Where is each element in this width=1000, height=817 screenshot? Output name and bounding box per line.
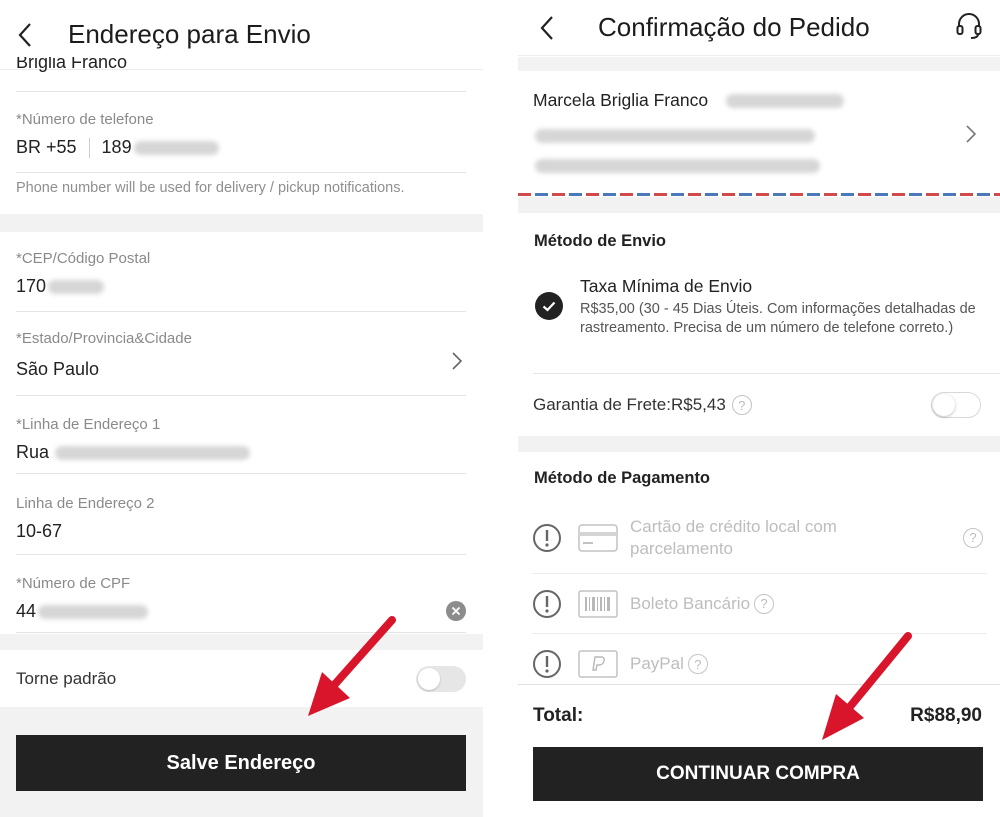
- save-address-button[interactable]: Salve Endereço: [16, 735, 466, 791]
- shipping-option-name: Taxa Mínima de Envio: [580, 276, 753, 296]
- warning-circle-icon: [533, 523, 561, 552]
- checkmark-icon: [535, 292, 563, 320]
- address-line-2-field[interactable]: Linha de Endereço 2 10-67: [16, 495, 466, 555]
- recipient-name: Marcela Briglia Franco: [533, 90, 709, 110]
- total-label: Total:: [533, 705, 584, 726]
- state-city-field[interactable]: *Estado/Provincia&Cidade São Paulo: [16, 330, 466, 396]
- shipping-option[interactable]: Taxa Mínima de Envio R$35,00 (30 - 45 Di…: [518, 272, 1000, 372]
- payment-option-credit-card[interactable]: Cartão de crédito local com parcelamento…: [532, 502, 987, 574]
- back-arrow-icon: [18, 22, 31, 47]
- red-arrow-annotation: [822, 632, 912, 740]
- help-icon[interactable]: ?: [687, 654, 708, 674]
- shipping-method-title: Método de Envio: [534, 232, 666, 250]
- shipping-address-screen: Endereço para Envio Briglia Franco *Núme…: [0, 0, 483, 817]
- credit-card-icon: [578, 523, 618, 552]
- cep-value: 170: [16, 276, 47, 296]
- state-label: *Estado/Provincia&Cidade: [16, 330, 192, 347]
- cpf-value: 44: [16, 601, 37, 621]
- warning-circle-icon: [533, 589, 561, 618]
- back-button[interactable]: [540, 15, 564, 40]
- phone-number-value: 189: [101, 137, 132, 157]
- barcode-icon: [578, 589, 618, 618]
- order-header: Confirmação do Pedido: [518, 0, 1000, 56]
- total-value: R$88,90: [910, 705, 982, 726]
- paypal-icon: [578, 650, 618, 678]
- credit-card-label: Cartão de crédito local com parcelamento: [630, 516, 837, 558]
- cep-field[interactable]: *CEP/Código Postal 170: [16, 250, 466, 312]
- address-line-1-value: Rua: [16, 442, 50, 462]
- phone-field[interactable]: *Número de telefone BR +55 189: [16, 111, 466, 173]
- phone-label: *Número de telefone: [16, 111, 154, 128]
- warning-circle-icon: [533, 650, 561, 678]
- chevron-right-icon: [452, 352, 462, 370]
- default-address-toggle[interactable]: [416, 666, 466, 692]
- back-button[interactable]: [18, 22, 42, 47]
- help-icon[interactable]: ?: [754, 593, 775, 614]
- back-arrow-icon: [540, 15, 553, 40]
- cep-label: *CEP/Código Postal: [16, 250, 151, 267]
- freight-guarantee-row: Garantia de Frete:R$5,43 ?: [533, 395, 752, 415]
- page-title: Endereço para Envio: [68, 19, 311, 49]
- default-address-label: Torne padrão: [16, 669, 117, 688]
- page-title: Confirmação do Pedido: [598, 12, 870, 42]
- headset-support-icon[interactable]: [956, 12, 982, 40]
- boleto-label: Boleto Bancário: [630, 593, 751, 613]
- country-code[interactable]: BR +55: [16, 137, 77, 158]
- phone-hint: Phone number will be used for delivery /…: [16, 180, 405, 196]
- paypal-label: PayPal: [630, 654, 684, 673]
- address-line-2-label: Linha de Endereço 2: [16, 495, 155, 512]
- shipping-option-description: R$35,00 (30 - 45 Dias Úteis. Com informa…: [580, 301, 976, 336]
- cpf-label: *Número de CPF: [16, 575, 131, 592]
- address-line-1-field[interactable]: *Linha de Endereço 1 Rua: [16, 416, 466, 474]
- freight-guarantee-toggle[interactable]: [931, 392, 981, 418]
- continue-purchase-button[interactable]: CONTINUAR COMPRA: [533, 747, 983, 801]
- state-value: São Paulo: [16, 359, 100, 379]
- payment-option-paypal[interactable]: PayPal ?: [532, 634, 987, 694]
- clear-icon: [451, 606, 461, 616]
- chevron-right-icon: [966, 125, 976, 143]
- payment-method-title: Método de Pagamento: [534, 469, 711, 487]
- partial-name-value: Briglia Franco: [16, 57, 128, 72]
- address-line-1-label: *Linha de Endereço 1: [16, 416, 161, 433]
- red-arrow-annotation: [308, 616, 396, 716]
- freight-guarantee-label: Garantia de Frete:R$5,43: [533, 395, 726, 414]
- help-icon[interactable]: ?: [963, 527, 983, 548]
- address-line-2-value: 10-67: [16, 521, 63, 541]
- order-confirmation-screen: Confirmação do Pedido Marcela Briglia Fr…: [518, 0, 1000, 817]
- shipping-address-card[interactable]: Marcela Briglia Franco: [518, 71, 1000, 193]
- clear-cpf-button[interactable]: [446, 601, 466, 621]
- payment-option-boleto[interactable]: Boleto Bancário ?: [532, 574, 987, 634]
- help-icon[interactable]: ?: [731, 395, 752, 415]
